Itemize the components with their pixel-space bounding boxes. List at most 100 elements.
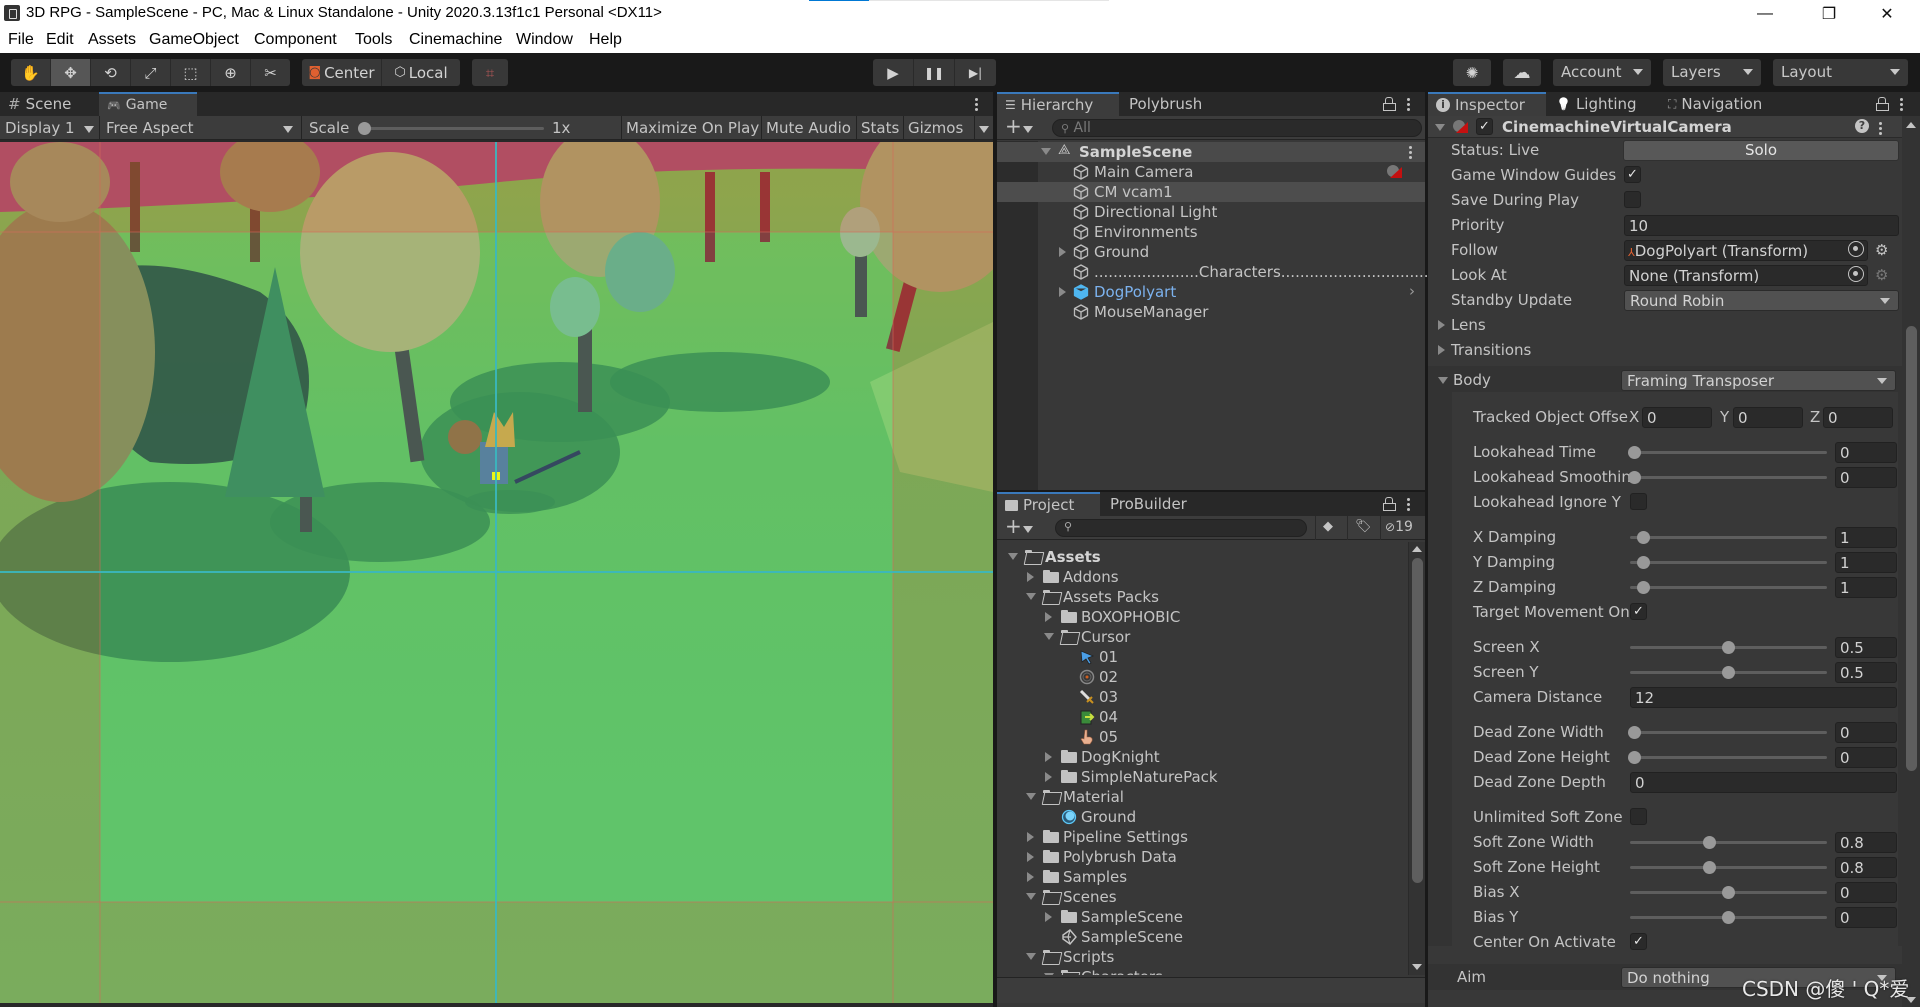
slider-thumb[interactable] xyxy=(1722,886,1735,899)
scroll-up-icon[interactable] xyxy=(1412,546,1422,552)
project-menu-icon[interactable] xyxy=(1407,496,1411,513)
expand-arrow-icon[interactable] xyxy=(1438,320,1445,330)
layout-dropdown[interactable]: Layout xyxy=(1773,59,1908,86)
services-button[interactable]: ✺ xyxy=(1453,59,1491,86)
slider-value-field[interactable]: 1 xyxy=(1835,552,1897,573)
slider-thumb[interactable] xyxy=(1637,581,1651,594)
menu-assets[interactable]: Assets xyxy=(88,31,136,49)
hierarchy-item[interactable]: Main Camera xyxy=(997,162,1425,182)
inspector-menu-icon[interactable] xyxy=(1900,96,1904,113)
hierarchy-item[interactable]: CM vcam1 xyxy=(997,182,1425,202)
menu-edit[interactable]: Edit xyxy=(46,31,74,49)
project-tree-item[interactable]: SimpleNaturePack xyxy=(997,767,1407,787)
display-dropdown[interactable]: Display 1 xyxy=(0,116,100,140)
slider-value-field[interactable]: 1 xyxy=(1835,527,1897,548)
project-tree-item[interactable]: DogKnight xyxy=(997,747,1407,767)
menu-window[interactable]: Window xyxy=(516,31,573,49)
hierarchy-item[interactable]: DogPolyart › xyxy=(997,282,1425,302)
expand-arrow-icon[interactable] xyxy=(1027,572,1034,582)
hierarchy-item[interactable]: Ground xyxy=(997,242,1425,262)
hierarchy-search-input[interactable]: ⚲ All xyxy=(1052,119,1422,137)
search-by-type-button[interactable]: ◆ xyxy=(1315,516,1340,540)
center-on-activate-checkbox[interactable]: ✓ xyxy=(1630,933,1647,950)
project-tree-item[interactable]: Scenes xyxy=(997,887,1407,907)
project-tree-item[interactable]: Assets Packs xyxy=(997,587,1407,607)
slider-thumb[interactable] xyxy=(1703,836,1717,849)
tracked-offset-x[interactable]: 0 xyxy=(1642,407,1712,428)
slider-thumb[interactable] xyxy=(1628,726,1641,739)
slider-thumb[interactable] xyxy=(1703,861,1717,874)
slider-track[interactable] xyxy=(1630,586,1827,589)
hierarchy-item[interactable]: ......................Characters........… xyxy=(997,262,1448,282)
slider-value-field[interactable]: 0.5 xyxy=(1835,662,1897,683)
scale-slider-thumb[interactable] xyxy=(358,122,371,135)
close-button[interactable]: ✕ xyxy=(1864,0,1910,27)
project-tree-item[interactable]: 03 xyxy=(997,687,1407,707)
expand-arrow-icon[interactable] xyxy=(1045,752,1052,762)
expand-arrow-icon[interactable] xyxy=(1027,832,1034,842)
menu-cinemachine[interactable]: Cinemachine xyxy=(409,31,502,49)
hand-tool-button[interactable]: ✋ xyxy=(11,59,51,86)
tab-project[interactable]: Project xyxy=(997,492,1100,516)
gear-icon[interactable]: ⚙ xyxy=(1875,241,1888,259)
collapse-arrow-icon[interactable] xyxy=(1008,553,1018,560)
project-tree-item[interactable]: Cursor xyxy=(997,627,1407,647)
rect-tool-button[interactable]: ⬚ xyxy=(171,59,211,86)
collapse-arrow-icon[interactable] xyxy=(1026,793,1036,800)
hidden-packages-button[interactable]: ⊘19 xyxy=(1380,516,1417,540)
project-tree-item[interactable]: Samples xyxy=(997,867,1407,887)
standby-update-dropdown[interactable]: Round Robin xyxy=(1624,290,1899,311)
slider-thumb[interactable] xyxy=(1722,911,1735,924)
create-plus-icon[interactable]: + xyxy=(1005,114,1022,138)
game-view[interactable] xyxy=(0,142,993,1003)
follow-field[interactable]: ⅄DogPolyart (Transform) xyxy=(1624,240,1868,261)
collapse-arrow-icon[interactable] xyxy=(1438,377,1448,384)
inspector-scrollbar[interactable] xyxy=(1902,116,1920,1007)
menu-gameobject[interactable]: GameObject xyxy=(149,31,239,49)
slider-track[interactable] xyxy=(1630,866,1827,869)
stats-toggle[interactable]: Stats xyxy=(856,116,903,140)
search-by-label-button[interactable]: 🏷 xyxy=(1347,516,1379,540)
component-enabled-checkbox[interactable]: ✓ xyxy=(1476,118,1493,135)
collapse-arrow-icon[interactable] xyxy=(1026,893,1036,900)
menu-file[interactable]: File xyxy=(8,31,34,49)
maximize-on-play-toggle[interactable]: Maximize On Play xyxy=(621,116,763,140)
transform-tool-button[interactable]: ⊕ xyxy=(211,59,251,86)
project-tree-item[interactable]: SampleScene xyxy=(997,907,1407,927)
custom-tool-button[interactable]: ✂ xyxy=(251,59,290,86)
expand-arrow-icon[interactable] xyxy=(1045,912,1052,922)
play-button[interactable]: ▶ xyxy=(873,59,914,86)
body-type-dropdown[interactable]: Framing Transposer xyxy=(1621,370,1896,391)
expand-arrow-icon[interactable] xyxy=(1027,872,1034,882)
expand-arrow-icon[interactable] xyxy=(1438,345,1445,355)
tab-hierarchy[interactable]: ☰ Hierarchy xyxy=(997,92,1119,116)
expand-arrow-icon[interactable] xyxy=(1027,852,1034,862)
project-search-input[interactable]: ⚲ xyxy=(1055,519,1307,537)
slider-track[interactable] xyxy=(1630,451,1827,454)
step-button[interactable]: ▶| xyxy=(955,59,996,86)
lookahead-ignore-y-checkbox[interactable] xyxy=(1630,493,1647,510)
pivot-center-button[interactable]: ◙ Center xyxy=(302,59,382,86)
project-tree-item[interactable]: Assets xyxy=(997,547,1407,567)
project-tree-item[interactable]: Pipeline Settings xyxy=(997,827,1407,847)
scene-menu-icon[interactable] xyxy=(1409,144,1413,161)
account-dropdown[interactable]: Account xyxy=(1553,59,1651,86)
priority-field[interactable]: 10 xyxy=(1624,215,1899,236)
slider-track[interactable] xyxy=(1630,756,1827,759)
camera-distance-field[interactable]: 12 xyxy=(1630,687,1897,708)
expand-arrow-icon[interactable] xyxy=(1045,772,1052,782)
menu-help[interactable]: Help xyxy=(589,31,622,49)
gizmos-dropdown[interactable]: Gizmos xyxy=(903,116,993,140)
menu-tools[interactable]: Tools xyxy=(355,31,392,49)
project-tree-item[interactable]: Material xyxy=(997,787,1407,807)
chevron-down-icon[interactable] xyxy=(1023,526,1033,533)
hierarchy-item[interactable]: Directional Light xyxy=(997,202,1425,222)
project-tree-item[interactable]: 02 xyxy=(997,667,1407,687)
lock-icon[interactable] xyxy=(1876,97,1889,111)
tracked-offset-z[interactable]: 0 xyxy=(1823,407,1893,428)
slider-track[interactable] xyxy=(1630,731,1827,734)
slider-value-field[interactable]: 0.8 xyxy=(1835,832,1897,853)
inspector-scrollbar-thumb[interactable] xyxy=(1906,326,1917,771)
slider-value-field[interactable]: 0 xyxy=(1835,722,1897,743)
project-tree-item[interactable]: Polybrush Data xyxy=(997,847,1407,867)
